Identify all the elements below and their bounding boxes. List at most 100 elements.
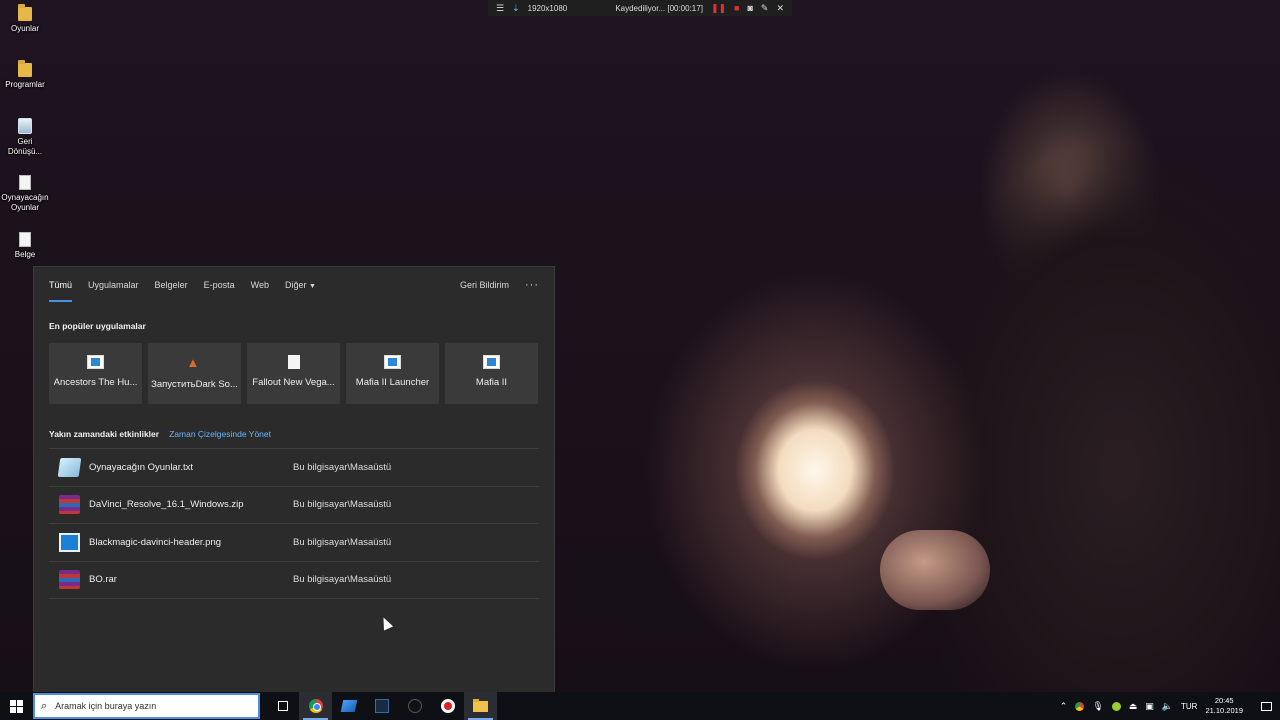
app-tile-dark-souls[interactable]: ▲ ЗапуститьDark So... bbox=[148, 343, 241, 404]
window-app-icon bbox=[87, 355, 104, 369]
taskbar-file-explorer[interactable] bbox=[464, 692, 497, 720]
search-icon: ⌕ bbox=[41, 699, 48, 712]
nvidia-icon[interactable] bbox=[1111, 701, 1121, 711]
notification-icon[interactable] bbox=[1261, 701, 1272, 711]
file-location: Bu bilgisayar\Masaüstü bbox=[293, 536, 392, 548]
taskbar-search-box[interactable]: ⌕ Aramak için buraya yazın bbox=[33, 693, 260, 719]
file-location: Bu bilgisayar\Masaüstü bbox=[293, 499, 392, 511]
clock-time: 20:45 bbox=[1214, 696, 1234, 705]
steam-icon bbox=[340, 700, 357, 712]
desktop-icon-programlar[interactable]: Programlar bbox=[0, 60, 50, 90]
record-icon bbox=[440, 699, 455, 713]
taskbar-steam[interactable] bbox=[332, 692, 365, 720]
chrome-icon bbox=[308, 699, 323, 713]
more-options-icon[interactable]: ··· bbox=[525, 279, 539, 291]
camera-icon[interactable]: ◙ bbox=[747, 0, 752, 16]
desktop-icon-recycle-bin[interactable]: Geri Dönüşü... bbox=[0, 118, 50, 157]
taskbar-apps bbox=[266, 692, 497, 720]
list-item[interactable]: BO.rar Bu bilgisayar\Masaüstü bbox=[49, 562, 539, 599]
davinci-resolve-icon bbox=[374, 699, 389, 713]
desktop-icon-label: Oyunlar bbox=[10, 24, 39, 33]
document-icon bbox=[19, 175, 31, 190]
app-tile-label: Mafia II bbox=[475, 377, 508, 388]
document-icon bbox=[19, 232, 31, 247]
clock-date: 21.10.2019 bbox=[1205, 706, 1243, 715]
recorder-resolution: 1920x1080 bbox=[527, 3, 568, 13]
file-name: Blackmagic-davinci-header.png bbox=[89, 536, 222, 548]
language-indicator[interactable]: TUR bbox=[1181, 702, 1197, 711]
image-file-icon bbox=[59, 532, 80, 552]
recent-activity-list: Oynayacağın Oyunlar.txt Bu bilgisayar\Ma… bbox=[49, 448, 539, 599]
desktop-icon-oynayacagin-oyunlar[interactable]: Oynayacağın Oyunlar bbox=[0, 175, 50, 213]
taskbar-recorder[interactable] bbox=[431, 692, 464, 720]
tab-all[interactable]: Tümü bbox=[49, 267, 73, 303]
microphone-icon[interactable]: 🎙 bbox=[1092, 701, 1103, 712]
desktop-icon-belge[interactable]: Belge bbox=[0, 232, 50, 260]
desktop-icon-label: Programlar bbox=[5, 80, 45, 89]
text-file-icon bbox=[57, 457, 82, 477]
tab-web[interactable]: Web bbox=[251, 267, 269, 303]
obs-icon bbox=[407, 699, 422, 713]
winrar-icon bbox=[59, 495, 80, 515]
page-icon bbox=[287, 355, 300, 369]
taskbar-chrome[interactable] bbox=[299, 692, 332, 720]
start-button[interactable] bbox=[0, 692, 33, 720]
recycle-bin-icon bbox=[18, 118, 32, 134]
system-tray: ⌃ 🎙 ⏏ ▣ 🔈 TUR 20:45 21.10.2019 bbox=[1060, 696, 1280, 716]
app-tile-ancestors[interactable]: Ancestors The Hu... bbox=[49, 343, 142, 404]
winrar-icon bbox=[59, 570, 80, 590]
app-tile-label: Ancestors The Hu... bbox=[53, 377, 138, 388]
pin-icon[interactable]: ⇣ bbox=[512, 0, 520, 16]
taskbar-obs[interactable] bbox=[398, 692, 431, 720]
popular-apps-title: En popüler uygulamalar bbox=[49, 321, 146, 331]
task-view-icon bbox=[277, 701, 288, 711]
tab-documents[interactable]: Belgeler bbox=[155, 267, 188, 303]
search-tabs: Tümü Uygulamalar Belgeler E-posta Web Di… bbox=[34, 267, 554, 303]
menu-icon[interactable]: ☰ bbox=[496, 0, 504, 16]
window-app-icon bbox=[483, 355, 500, 369]
stop-icon[interactable]: ■ bbox=[734, 0, 739, 16]
popular-apps-grid: Ancestors The Hu... ▲ ЗапуститьDark So..… bbox=[49, 343, 539, 404]
manage-timeline-link[interactable]: Zaman Çizelgesinde Yönet bbox=[169, 429, 271, 439]
app-tile-label: Fallout New Vega... bbox=[252, 377, 335, 388]
desktop-icon-label: Oynayacağın Oyunlar bbox=[1, 193, 49, 212]
window-app-icon bbox=[384, 355, 401, 369]
app-tile-fallout[interactable]: Fallout New Vega... bbox=[247, 343, 340, 404]
search-input[interactable]: Aramak için buraya yazın bbox=[55, 701, 156, 711]
list-item[interactable]: Oynayacağın Oyunlar.txt Bu bilgisayar\Ma… bbox=[49, 449, 539, 487]
task-view-button[interactable] bbox=[266, 692, 299, 720]
desktop-icon-label: Geri Dönüşü... bbox=[7, 137, 43, 156]
pencil-icon[interactable]: ✎ bbox=[761, 0, 769, 16]
taskbar-davinci[interactable] bbox=[365, 692, 398, 720]
recent-activity-header: Yakın zamandaki etkinlikler Zaman Çizelg… bbox=[49, 429, 539, 439]
list-item[interactable]: Blackmagic-davinci-header.png Bu bilgisa… bbox=[49, 524, 539, 562]
wallpaper-figure-hand bbox=[880, 530, 990, 610]
chevron-down-icon: ▼ bbox=[308, 283, 316, 290]
chrome-tray-icon[interactable] bbox=[1075, 701, 1085, 711]
usb-icon[interactable]: ⏏ bbox=[1129, 701, 1138, 712]
network-icon[interactable]: ▣ bbox=[1145, 701, 1154, 712]
volume-icon[interactable]: 🔈 bbox=[1162, 701, 1173, 712]
list-item[interactable]: DaVinci_Resolve_16.1_Windows.zip Bu bilg… bbox=[49, 487, 539, 524]
feedback-button[interactable]: Geri Bildirim bbox=[460, 280, 509, 290]
tab-more[interactable]: Diğer ▼ bbox=[285, 267, 316, 303]
file-name: BO.rar bbox=[89, 574, 117, 586]
close-icon[interactable]: ✕ bbox=[776, 0, 784, 16]
tab-apps[interactable]: Uygulamalar bbox=[88, 267, 139, 303]
windows-search-panel: Tümü Uygulamalar Belgeler E-posta Web Di… bbox=[33, 266, 555, 694]
pause-icon[interactable]: ❚❚ bbox=[711, 0, 726, 16]
clock[interactable]: 20:45 21.10.2019 bbox=[1205, 696, 1243, 716]
app-tile-label: ЗапуститьDark So... bbox=[151, 379, 238, 390]
recorder-status: Kaydediliyor... [00:00:17] bbox=[615, 3, 703, 13]
app-tile-mafia[interactable]: Mafia II bbox=[445, 343, 538, 404]
chevron-up-icon[interactable]: ⌃ bbox=[1060, 701, 1068, 712]
tab-email[interactable]: E-posta bbox=[204, 267, 235, 303]
app-tile-mafia-launcher[interactable]: Mafia II Launcher bbox=[346, 343, 439, 404]
folder-icon bbox=[18, 4, 32, 21]
desktop-icon-oyunlar[interactable]: Oyunlar bbox=[0, 4, 50, 34]
fire-icon: ▲ bbox=[186, 355, 200, 370]
app-tile-label: Mafia II Launcher bbox=[355, 377, 430, 388]
windows-logo-icon bbox=[10, 699, 23, 713]
screen-recorder-bar: ☰ ⇣ 1920x1080 Kaydediliyor... [00:00:17]… bbox=[488, 0, 792, 16]
recent-activity-title: Yakın zamandaki etkinlikler bbox=[49, 429, 160, 439]
